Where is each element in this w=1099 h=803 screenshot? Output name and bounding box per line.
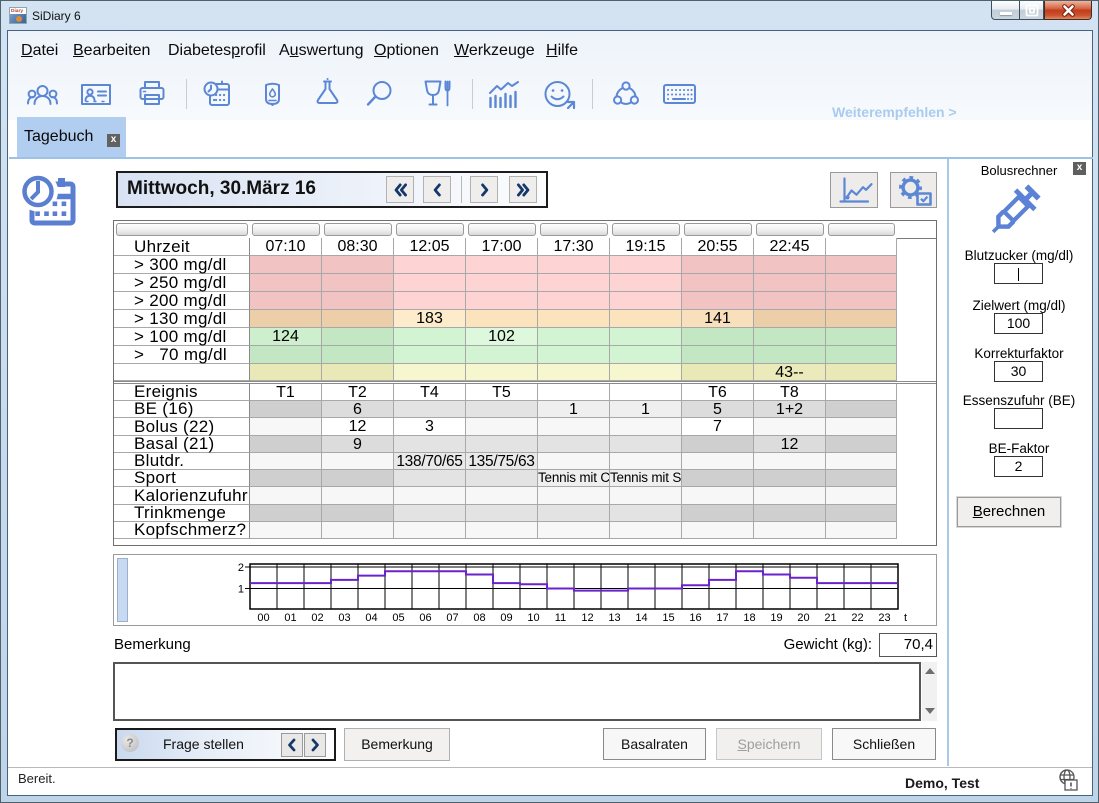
svg-text:06: 06 (419, 612, 431, 624)
svg-text:12: 12 (581, 612, 593, 624)
svg-text:15: 15 (662, 612, 674, 624)
svg-text:11: 11 (555, 612, 566, 624)
svg-text:16: 16 (689, 612, 701, 624)
svg-text:21: 21 (824, 612, 836, 624)
svg-text:02: 02 (311, 612, 323, 624)
svg-text:2: 2 (238, 562, 244, 574)
svg-text:23: 23 (878, 612, 890, 624)
svg-text:10: 10 (527, 612, 539, 624)
svg-text:08: 08 (473, 612, 485, 624)
svg-text:17: 17 (716, 612, 728, 624)
svg-text:22: 22 (851, 612, 863, 624)
svg-text:t: t (904, 612, 907, 624)
svg-text:05: 05 (392, 612, 404, 624)
svg-text:13: 13 (608, 612, 620, 624)
svg-text:18: 18 (743, 612, 755, 624)
svg-text:1: 1 (238, 584, 244, 596)
svg-text:00: 00 (257, 612, 269, 624)
svg-text:03: 03 (338, 612, 350, 624)
svg-text:20: 20 (797, 612, 809, 624)
svg-text:19: 19 (770, 612, 782, 624)
svg-text:09: 09 (500, 612, 512, 624)
svg-text:01: 01 (284, 612, 296, 624)
svg-text:07: 07 (446, 612, 458, 624)
svg-text:14: 14 (635, 612, 647, 624)
svg-text:04: 04 (365, 612, 377, 624)
